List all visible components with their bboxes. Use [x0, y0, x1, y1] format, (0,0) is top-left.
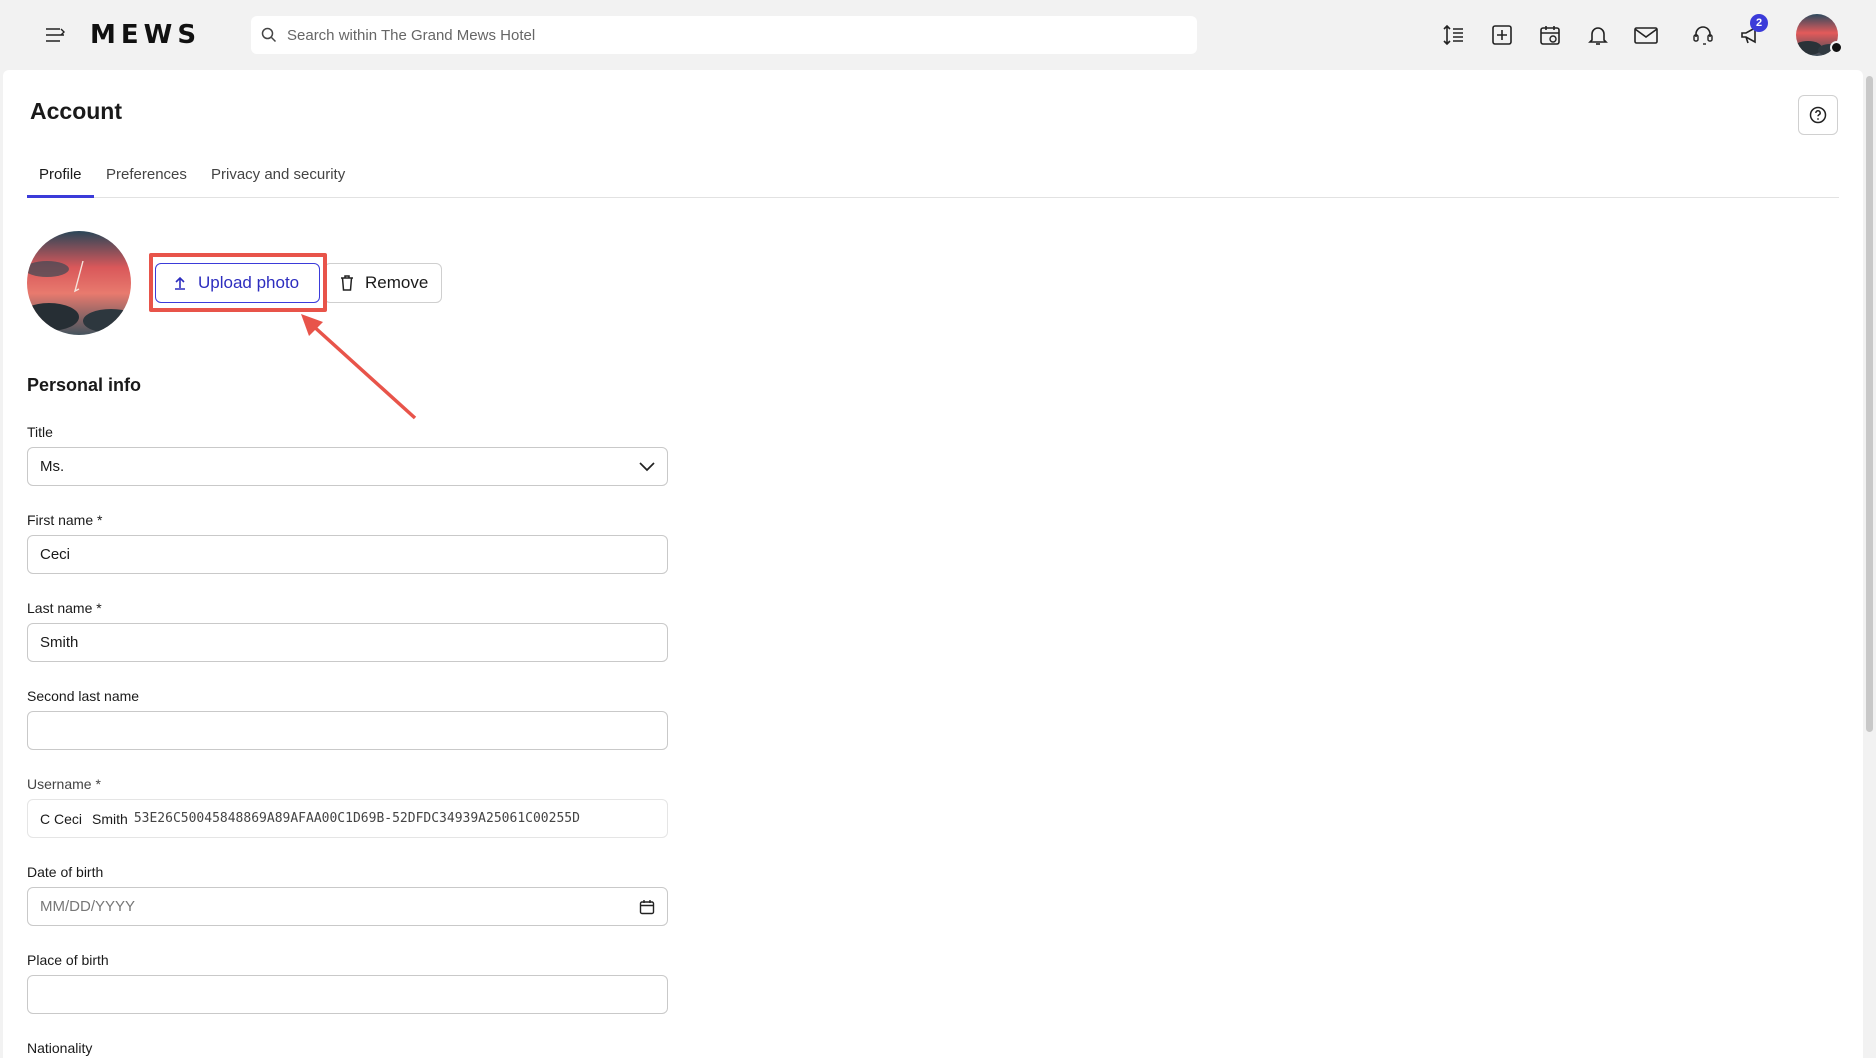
dob-label: Date of birth [27, 864, 104, 880]
remove-photo-label: Remove [365, 273, 429, 292]
second-last-name-input[interactable] [40, 722, 620, 739]
calendar-view-icon[interactable] [1533, 18, 1567, 52]
upload-photo-button[interactable]: Upload photo [155, 263, 320, 303]
last-name-label: Last name * [27, 600, 102, 616]
pob-label: Place of birth [27, 952, 109, 968]
active-tab-indicator [27, 195, 94, 198]
status-indicator [1830, 41, 1843, 54]
page-title: Account [30, 98, 122, 124]
top-bar: MEWS 2 [0, 0, 1876, 70]
second-last-name-field[interactable] [27, 711, 668, 750]
title-value: Ms. [40, 458, 65, 475]
tab-preferences[interactable]: Preferences [106, 166, 187, 198]
username-prefix: C Ceci [40, 810, 83, 827]
help-button[interactable] [1798, 95, 1838, 135]
upload-icon [175, 276, 185, 290]
annotation-arrow [301, 314, 417, 420]
support-icon[interactable] [1686, 18, 1720, 52]
personal-info-heading: Personal info [27, 375, 142, 395]
mews-logo[interactable]: MEWS [90, 20, 201, 50]
sort-icon[interactable] [1437, 18, 1471, 52]
first-name-input[interactable] [40, 546, 620, 563]
dob-input[interactable] [40, 898, 620, 915]
last-name-input[interactable] [40, 634, 620, 651]
bell-icon[interactable] [1581, 18, 1615, 52]
profile-photo [27, 231, 131, 335]
tab-privacy-security[interactable]: Privacy and security [211, 166, 345, 198]
help-icon [1809, 106, 1827, 124]
announcements-badge: 2 [1750, 14, 1768, 32]
pob-field[interactable] [27, 975, 668, 1014]
username-label: Username * [27, 776, 101, 792]
title-select[interactable]: Ms. [27, 447, 668, 486]
username-name: Smith [92, 810, 128, 827]
search-input[interactable] [287, 26, 1167, 44]
last-name-field[interactable] [27, 623, 668, 662]
chevron-down-icon [637, 457, 657, 477]
mail-icon[interactable] [1629, 18, 1663, 52]
main-panel: Account Profile Preferences Privacy and … [3, 70, 1863, 1058]
trash-icon [341, 275, 353, 291]
calendar-icon[interactable] [637, 897, 657, 917]
nationality-label: Nationality [27, 1040, 93, 1056]
tab-profile[interactable]: Profile [39, 166, 82, 198]
title-label: Title [27, 424, 53, 440]
second-last-name-label: Second last name [27, 688, 140, 704]
remove-photo-button[interactable]: Remove [324, 263, 442, 303]
first-name-field[interactable] [27, 535, 668, 574]
upload-photo-label: Upload photo [198, 273, 300, 292]
announcements-icon[interactable]: 2 [1734, 14, 1768, 52]
username-id: 53E26C50045848869A89AFAA00C1D69B-52DFDC3… [133, 811, 580, 826]
search-icon [261, 27, 277, 43]
first-name-label: First name * [27, 512, 103, 528]
add-icon[interactable] [1485, 18, 1519, 52]
username-field: C Ceci Smith 53E26C50045848869A89AFAA00C… [27, 799, 668, 838]
search-bar[interactable] [251, 16, 1197, 54]
pob-input[interactable] [40, 986, 620, 1003]
dob-field[interactable] [27, 887, 668, 926]
scrollbar[interactable] [1866, 76, 1873, 732]
menu-icon[interactable] [44, 24, 66, 46]
